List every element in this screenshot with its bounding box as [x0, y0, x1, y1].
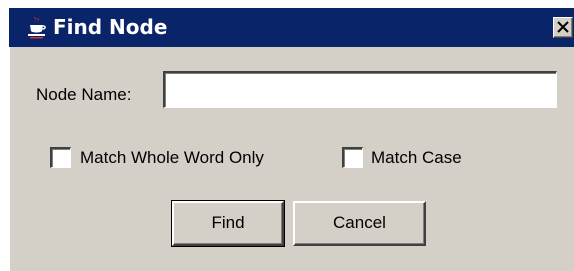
- dialog-body: Node Name: Match Whole Word Only Match C…: [9, 47, 574, 271]
- cancel-button[interactable]: Cancel: [293, 201, 426, 246]
- match-whole-word-checkbox[interactable]: [50, 147, 71, 168]
- find-node-dialog: Find Node Node Name: Match Whole Word On…: [0, 0, 574, 271]
- close-icon: [557, 21, 569, 33]
- match-case-checkbox[interactable]: [342, 147, 363, 168]
- node-name-input[interactable]: [163, 71, 557, 108]
- title-bar[interactable]: Find Node: [9, 8, 574, 47]
- java-cup-icon: [25, 16, 49, 40]
- match-case-label[interactable]: Match Case: [371, 148, 462, 168]
- match-whole-word-label[interactable]: Match Whole Word Only: [80, 148, 264, 168]
- close-button[interactable]: [553, 17, 573, 38]
- find-button[interactable]: Find: [171, 200, 285, 247]
- node-name-label: Node Name:: [36, 85, 132, 104]
- window-title: Find Node: [53, 15, 168, 39]
